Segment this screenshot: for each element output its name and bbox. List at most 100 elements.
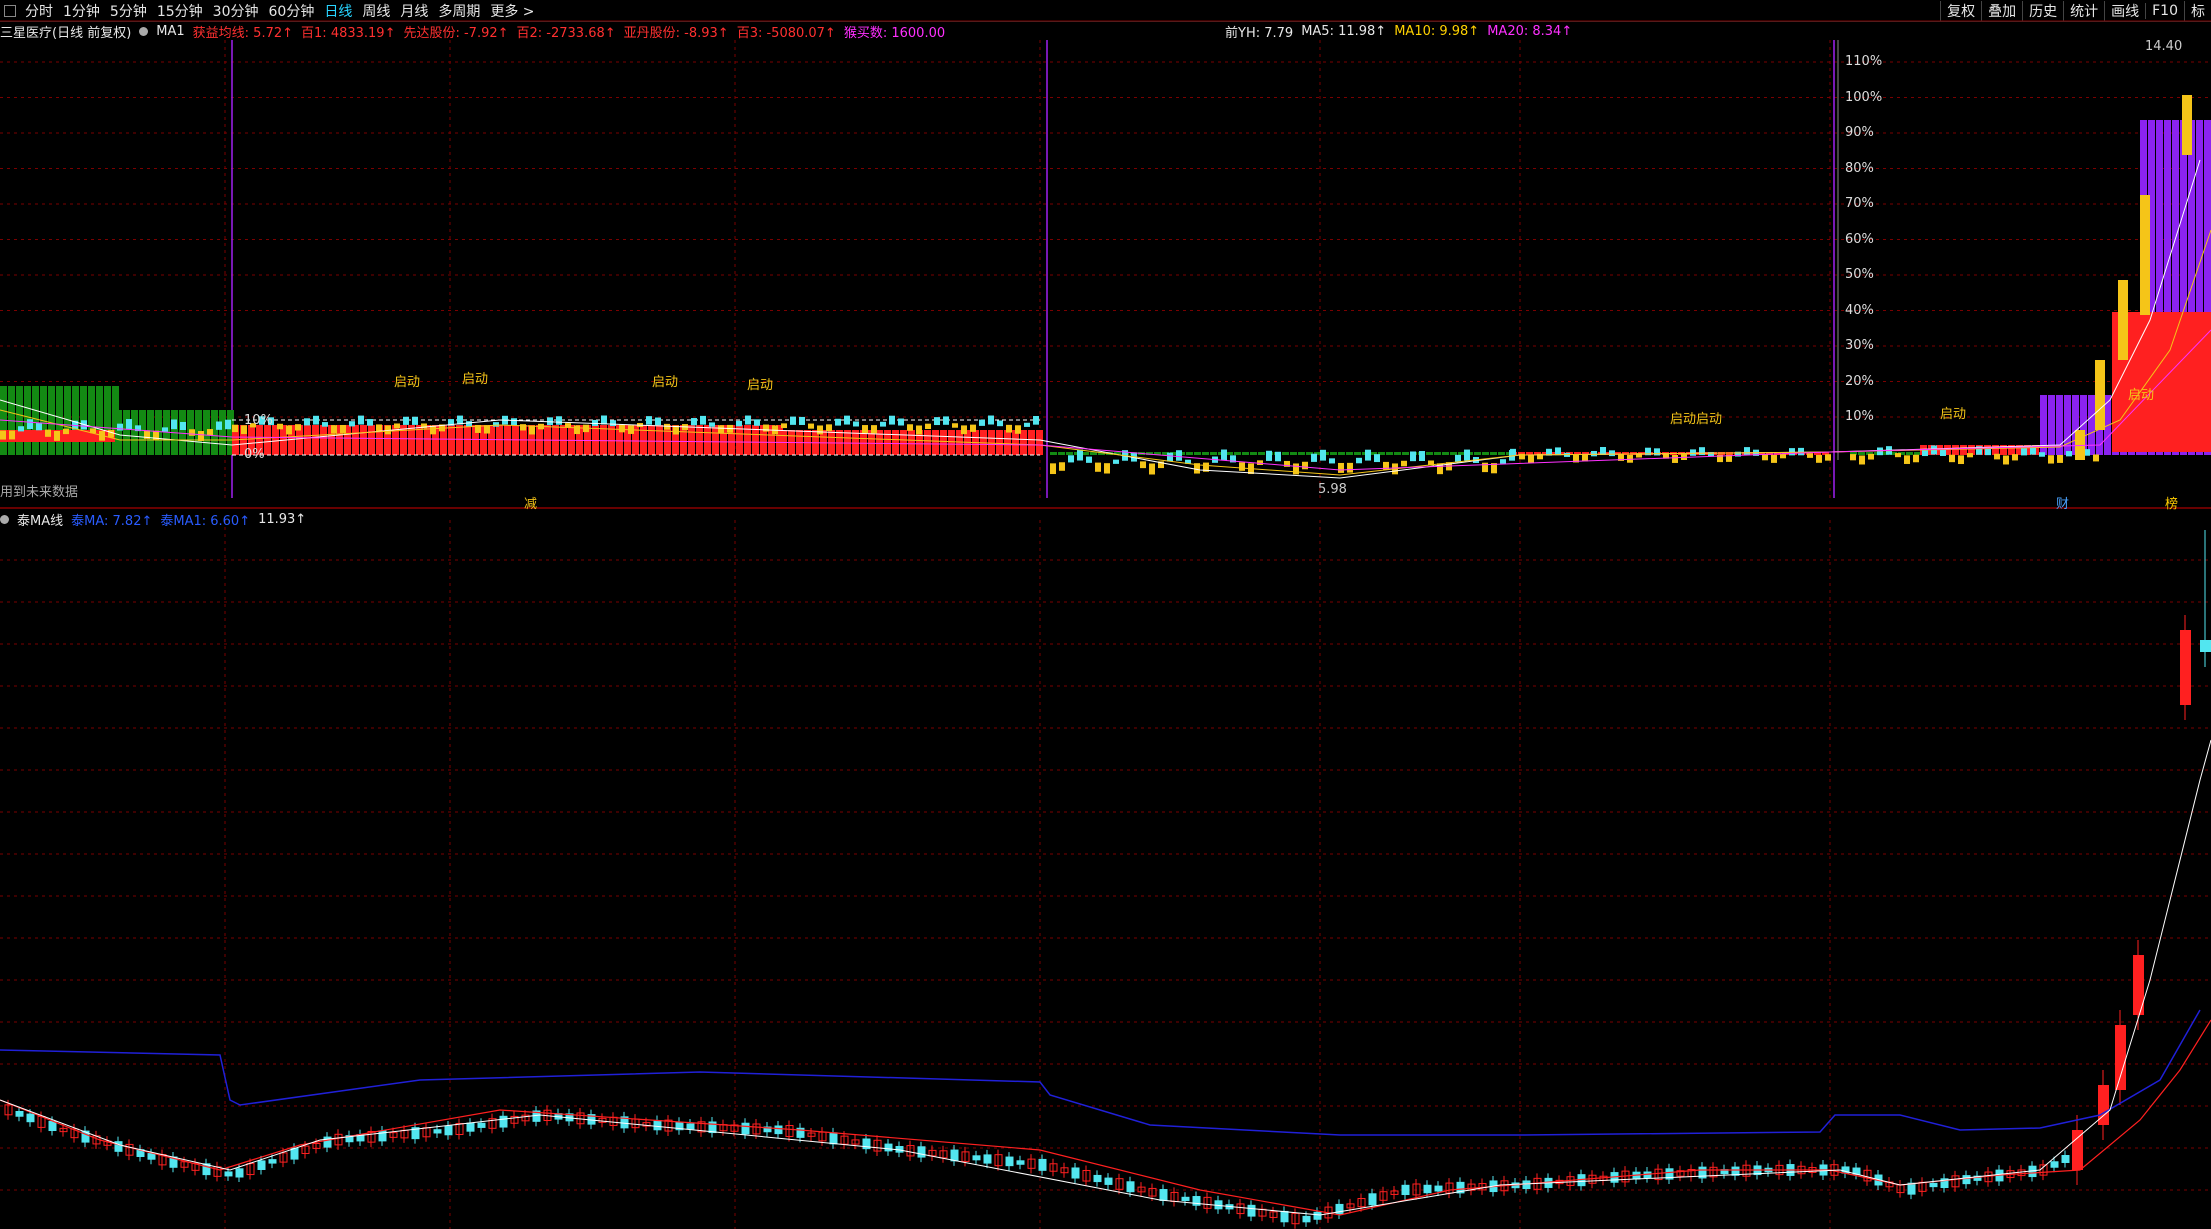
qidong-label: 启动 [462,372,489,387]
mini-candle [880,421,886,427]
mini-candle [934,417,940,426]
mini-candle [171,419,177,430]
zone-bar [1952,445,1959,455]
mini-candle [9,430,15,440]
lower-ma-line [0,1009,2201,1136]
mini-candle [1077,449,1083,461]
big-candle [2115,1025,2126,1090]
mini-candle [862,425,868,434]
mini-candle [295,424,301,431]
zone-bar [1290,452,1297,455]
zone-bar [96,386,103,455]
candle-body [433,1129,442,1134]
mini-candle [979,419,985,426]
candle-body [1104,1177,1113,1185]
zone-bar [88,386,95,455]
mini-candle [1958,455,1964,465]
mini-candle [1086,456,1092,463]
mini-candle [1015,425,1021,434]
mini-candle [556,416,562,425]
candle-body [1962,1175,1971,1185]
mini-candle [610,420,616,427]
mini-candle [2003,455,2009,465]
mini-candle [1311,453,1317,462]
zone-bar [704,425,711,455]
mini-candle [952,423,958,428]
zone-bar [1458,452,1465,455]
mini-candle [790,416,796,425]
zone-bar [1258,452,1265,455]
zone-bar [1338,452,1345,455]
zone-bar [104,386,111,455]
zone-bar [932,430,939,455]
mini-candle [1167,452,1173,462]
zone-bar [264,425,271,455]
mini-candle [1850,454,1856,461]
mini-candle [126,419,132,430]
mini-candle [853,421,859,427]
mini-candle [646,416,652,425]
mini-candle [1994,453,2000,460]
mini-candle [1149,463,1155,475]
settings-icon-lower[interactable] [0,515,9,524]
zone-bar [368,425,375,455]
mini-candle [1239,462,1245,471]
zone-bar [1346,452,1353,455]
candle-body [1093,1174,1102,1183]
zone-bar [320,425,327,455]
mini-candle [1410,451,1416,462]
big-candle [2140,195,2150,315]
zone-bar [464,425,471,455]
zone-bar [179,410,186,455]
mini-candle [718,425,724,434]
candle-body [235,1168,244,1178]
zone-bar [1474,452,1481,455]
zone-bar [131,410,138,455]
candle-body [972,1155,981,1161]
mini-candle [412,416,418,425]
zone-bar [1202,452,1209,455]
candle-body [983,1154,992,1164]
big-candle [2118,280,2128,360]
zone-bar [2088,395,2095,455]
mini-candle [691,418,697,426]
mini-candle [1789,448,1795,456]
candle-body [1181,1196,1190,1202]
candle-body [477,1122,486,1128]
mini-candle [1275,451,1281,462]
mini-candle [403,416,409,425]
mini-candle [907,424,913,431]
mini-candle [376,424,382,432]
candle-body [2061,1155,2070,1163]
zone-bar [1036,430,1043,455]
zone-bar [1330,452,1337,455]
zone-bar [1426,452,1433,455]
mini-candle [988,415,994,425]
zone-bar [32,386,39,455]
kline-chart[interactable] [0,0,2211,1229]
candle-body [774,1125,783,1135]
mini-candle [754,419,760,426]
percent-axis-label: 40% [1845,302,1874,318]
candle-body [829,1132,838,1145]
candle-body [2050,1161,2059,1168]
zone-bar [1482,452,1489,455]
future-data-note: 用到未来数据 [0,485,79,500]
mini-candle [1176,450,1182,461]
zone-bar [1960,445,1967,455]
mini-candle [1807,453,1813,458]
mini-candle [1654,448,1660,456]
mini-candle [574,425,580,435]
zone-bar [448,425,455,455]
mini-candle [655,417,661,426]
percent-axis-label: 60% [1845,231,1874,247]
zone-bar [1434,452,1441,455]
lower-value: 11.93↑ [258,512,307,527]
mini-candle [466,421,472,427]
mini-candle [2048,455,2054,464]
mini-candle [1024,422,1030,427]
lower-title[interactable]: 泰MA线 [17,510,63,529]
zone-bar [1906,452,1913,455]
zone-bar [115,410,122,455]
percent-axis-label: 80% [1845,160,1874,176]
